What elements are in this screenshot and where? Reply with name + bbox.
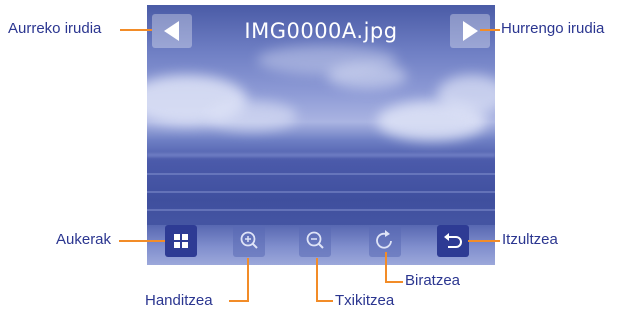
back-button[interactable] bbox=[437, 225, 469, 257]
callout-back: Itzultzea bbox=[502, 231, 558, 248]
callout-zoom-out: Txikitzea bbox=[335, 292, 395, 309]
return-arrow-icon bbox=[444, 233, 462, 248]
callout-line-next bbox=[480, 29, 500, 31]
callout-zoom-in: Handitzea bbox=[145, 292, 213, 309]
next-image-button[interactable] bbox=[450, 14, 490, 48]
right-arrow-icon bbox=[463, 21, 478, 41]
grid-icon bbox=[174, 234, 188, 248]
previous-image-button[interactable] bbox=[152, 14, 192, 48]
wave bbox=[147, 191, 495, 193]
callout-line-zoom-in-v bbox=[247, 258, 249, 302]
callout-line-rotate-h bbox=[385, 281, 403, 283]
callout-line-previous bbox=[120, 29, 152, 31]
zoom-in-icon bbox=[240, 231, 258, 249]
callout-rotate: Biratzea bbox=[405, 272, 461, 289]
zoom-in-button[interactable] bbox=[233, 225, 265, 257]
callout-line-rotate-v bbox=[385, 252, 387, 282]
image-filename: IMG0000A.jpg bbox=[244, 19, 398, 43]
zoom-out-button[interactable] bbox=[299, 225, 331, 257]
callout-line-back bbox=[468, 240, 500, 242]
callout-previous-image: Aurreko irudia bbox=[8, 20, 102, 37]
options-button[interactable] bbox=[165, 225, 197, 257]
callout-next-image: Hurrengo irudia bbox=[501, 20, 605, 37]
callout-options: Aukerak bbox=[56, 231, 112, 248]
wave bbox=[147, 209, 495, 211]
callout-line-zoom-out-v bbox=[316, 258, 318, 302]
callout-line-zoom-out-h bbox=[316, 300, 333, 302]
callout-line-zoom-in-h bbox=[229, 300, 249, 302]
left-arrow-icon bbox=[164, 21, 179, 41]
cloud bbox=[207, 101, 297, 131]
cloud bbox=[257, 45, 397, 75]
zoom-out-icon bbox=[306, 231, 324, 249]
horizon bbox=[147, 153, 495, 157]
callout-line-options bbox=[119, 240, 165, 242]
wave bbox=[147, 173, 495, 175]
photo-viewer-screen: IMG0000A.jpg bbox=[147, 5, 495, 265]
